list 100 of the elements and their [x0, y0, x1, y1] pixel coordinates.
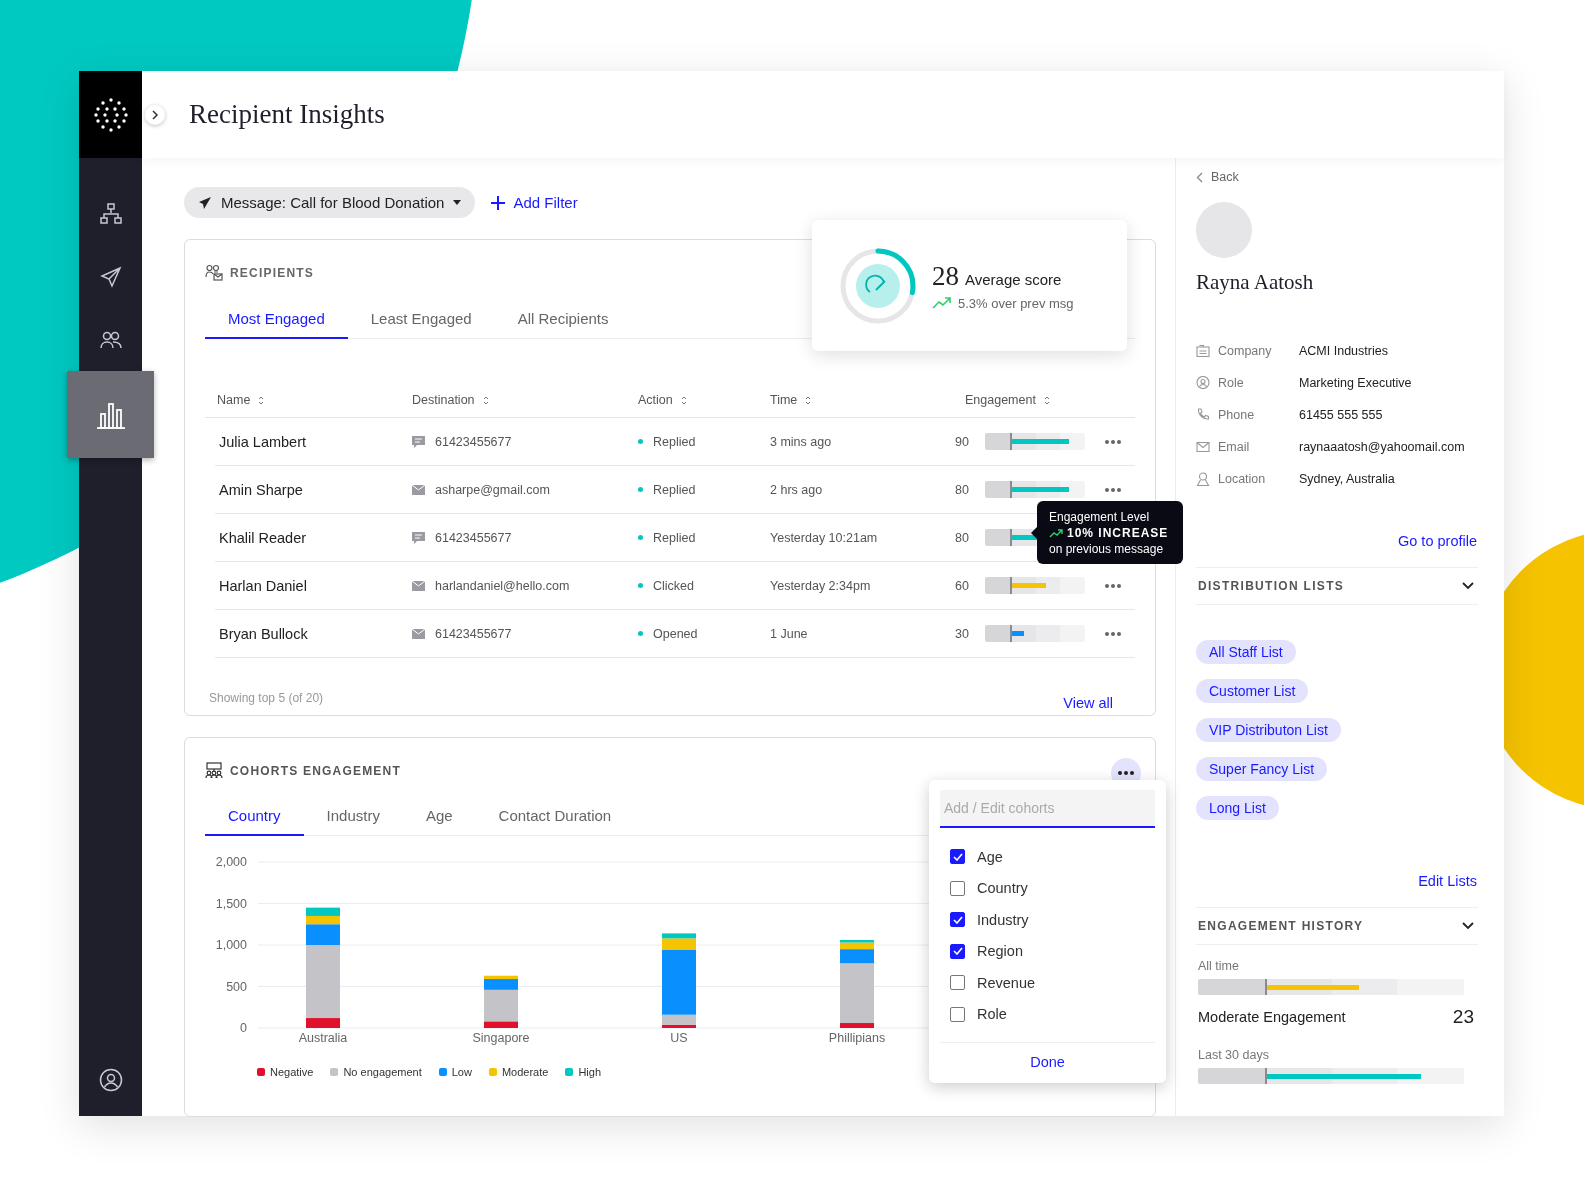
mail-icon [412, 628, 425, 639]
mail-icon [412, 484, 425, 495]
option-label: Region [977, 943, 1023, 960]
time-cell-text: 1 June [769, 626, 809, 641]
profile-link[interactable]: Go to profile [1398, 533, 1477, 549]
logo-icon [93, 97, 128, 132]
column-header[interactable]: Time [769, 393, 919, 407]
tooltip-title: Engagement Level [1049, 510, 1151, 524]
baseline-segment [985, 433, 1012, 450]
engagement-score: 60 [955, 578, 970, 593]
column-header[interactable]: Name [205, 393, 412, 407]
category-label: Australia [298, 1031, 348, 1045]
sort-icon [258, 395, 265, 405]
engagement-score: 30 [955, 626, 970, 641]
tab[interactable]: All Recipients [494, 300, 632, 339]
axis-label: 2,000 [215, 855, 247, 869]
field-value: raynaaatosh@yahoomail.com [1299, 439, 1465, 454]
section-header[interactable]: ENGAGEMENT HISTORY [1196, 907, 1478, 945]
tooltip-highlight: 10% INCREASE [1067, 526, 1169, 540]
tab[interactable]: Age [402, 797, 476, 836]
tab[interactable]: Industry [303, 797, 403, 836]
option-label: Country [977, 880, 1028, 897]
view-all-link[interactable]: View all [1063, 695, 1113, 711]
chevron-right-icon [151, 110, 159, 120]
baseline-segment [985, 529, 1012, 546]
check-icon [952, 852, 963, 861]
legend-label: No engagement [343, 1066, 422, 1078]
sort-icon [805, 395, 812, 405]
done-button[interactable]: Done [1024, 1053, 1071, 1071]
column-header[interactable]: Engagement [919, 393, 1135, 407]
cohorts-icon [205, 762, 223, 779]
back-button[interactable]: Back [1196, 170, 1239, 184]
field-label: Location [1218, 471, 1267, 486]
baseline-segment [1198, 1068, 1267, 1084]
engagement-score: 80 [955, 530, 970, 545]
trend-up-icon [1049, 528, 1063, 538]
message-filter[interactable]: Message: Call for Blood Donation [184, 187, 476, 218]
field-label: Email [1218, 439, 1251, 454]
column-header[interactable]: Destination [412, 393, 638, 407]
engagement-score: 23 [1452, 1006, 1474, 1028]
axis-label: 1,000 [215, 938, 247, 952]
time-cell-text: 2 hrs ago [769, 482, 824, 497]
checkbox[interactable] [950, 1006, 965, 1022]
destination: 61423455677 [435, 626, 512, 641]
field-label: Role [1218, 375, 1245, 390]
expand-button[interactable] [145, 105, 165, 125]
baseline-segment [985, 625, 1012, 642]
option-label: Age [977, 848, 1003, 865]
destination: 61423455677 [435, 434, 512, 449]
tab[interactable]: Contact Duration [475, 797, 635, 836]
list-chip[interactable]: Long List [1196, 796, 1279, 820]
field-value: Sydney, Australia [1299, 471, 1395, 486]
status-dot [638, 487, 643, 492]
add-filter-button[interactable]: Add Filter [491, 194, 578, 211]
phone-icon [1196, 408, 1210, 421]
recipients-icon [205, 264, 223, 281]
action-status: Clicked [653, 578, 694, 593]
checkbox[interactable] [950, 849, 965, 865]
baseline-segment [985, 577, 1012, 594]
legend-label: Moderate [501, 1066, 549, 1078]
baseline-segment [1198, 979, 1267, 995]
paper-plane-icon [98, 264, 123, 289]
tab[interactable]: Least Engaged [347, 300, 495, 339]
tab[interactable]: Country [205, 797, 304, 836]
results-count: Showing top 5 (of 20) [209, 691, 324, 705]
recipient-name: Julia Lambert [218, 433, 308, 450]
option-label: Industry [977, 911, 1029, 928]
baseline-segment [985, 481, 1012, 498]
category-label: Phillipians [828, 1031, 886, 1045]
category-label: Singapore [472, 1031, 530, 1045]
destination: 61423455677 [435, 530, 512, 545]
checkbox[interactable] [950, 880, 965, 896]
score-change: 5.3% over prev msg [958, 295, 1074, 311]
checkbox[interactable] [950, 943, 965, 959]
time-cell-text: Yesterday 2:34pm [769, 578, 872, 593]
section-title: RECIPIENTS [230, 265, 314, 280]
action-status: Replied [653, 482, 696, 497]
list-chip[interactable]: Super Fancy List [1196, 757, 1328, 781]
paper-plane-icon [198, 195, 212, 210]
edit-lists-link[interactable]: Edit Lists [1418, 873, 1477, 889]
sort-icon [1043, 395, 1050, 405]
option-label: Role [977, 1006, 1007, 1023]
column-header[interactable]: Action [638, 393, 769, 407]
tab[interactable]: Most Engaged [205, 300, 348, 339]
user-icon[interactable] [98, 1068, 123, 1092]
nav-item[interactable] [67, 371, 154, 458]
section-header[interactable]: DISTRIBUTION LISTS [1196, 567, 1478, 605]
legend-label: Negative [270, 1066, 314, 1078]
bar-segment [306, 907, 340, 916]
list-chip[interactable]: VIP Distributon List [1196, 718, 1341, 742]
option-label: Revenue [977, 974, 1036, 991]
cohorts-input[interactable]: Add / Edit cohorts [940, 790, 1155, 828]
checkbox[interactable] [950, 975, 965, 991]
page-title: Recipient Insights [189, 99, 385, 130]
action-status: Replied [653, 434, 696, 449]
list-chip[interactable]: All Staff List [1196, 640, 1296, 664]
engagement-summary: Moderate Engagement [1198, 1009, 1346, 1025]
status-dot [638, 583, 643, 588]
checkbox[interactable] [950, 912, 965, 928]
list-chip[interactable]: Customer List [1196, 679, 1309, 703]
